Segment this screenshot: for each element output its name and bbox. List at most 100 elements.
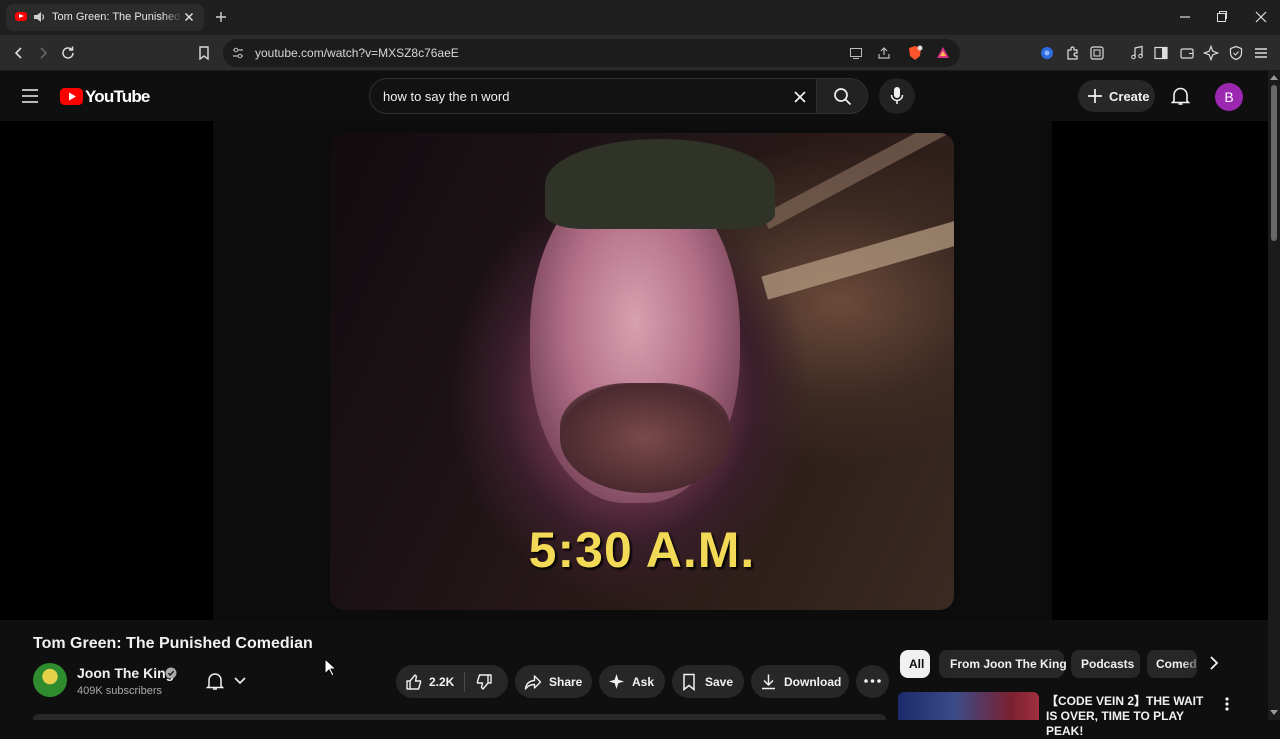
- sparkle-icon: [609, 674, 624, 689]
- more-actions-button[interactable]: [856, 665, 889, 698]
- search-icon: [834, 88, 852, 106]
- scroll-up-icon[interactable]: [1270, 74, 1278, 80]
- notifications-bell-icon[interactable]: [1171, 86, 1190, 106]
- account-avatar[interactable]: B: [1215, 83, 1243, 111]
- chip-from-channel[interactable]: From Joon The King: [939, 650, 1067, 678]
- voice-search-button[interactable]: [879, 78, 915, 114]
- recommendation-title[interactable]: 【CODE VEIN 2】THE WAIT IS OVER, TIME TO P…: [1046, 694, 1216, 739]
- create-label: Create: [1109, 89, 1150, 104]
- site-settings-icon[interactable]: [231, 46, 245, 60]
- hamburger-menu-icon[interactable]: [21, 88, 39, 104]
- recommendation-thumbnail[interactable]: [898, 692, 1039, 720]
- forward-icon[interactable]: [35, 45, 51, 61]
- chip-comedy[interactable]: Comedy: [1147, 650, 1197, 678]
- screenshot-icon[interactable]: [1089, 45, 1105, 61]
- youtube-play-logo-icon: [60, 88, 83, 105]
- bell-icon: [206, 673, 224, 690]
- bookmark-icon[interactable]: [197, 45, 211, 61]
- save-bookmark-icon: [683, 673, 695, 691]
- ask-button[interactable]: Ask: [599, 665, 665, 698]
- save-label: Save: [705, 675, 734, 689]
- url-text: youtube.com/watch?v=MXSZ8c76aeE: [255, 46, 459, 60]
- share-label: Share: [549, 675, 583, 689]
- plus-icon: [1088, 89, 1102, 103]
- like-dislike-group: 2.2K: [396, 665, 508, 698]
- share-icon: [524, 675, 542, 690]
- browser-menu-icon[interactable]: [1253, 45, 1269, 61]
- page-scrollbar[interactable]: [1268, 71, 1280, 720]
- browser-toolbar: youtube.com/watch?v=MXSZ8c76aeE: [0, 35, 1280, 71]
- speaker-icon[interactable]: [33, 11, 46, 23]
- mouse-cursor-icon: [324, 658, 336, 677]
- vpn-icon[interactable]: [1228, 45, 1244, 61]
- channel-avatar[interactable]: [33, 663, 67, 697]
- extensions-icon[interactable]: [1065, 45, 1081, 61]
- back-icon[interactable]: [11, 45, 27, 61]
- search-box[interactable]: how to say the n word: [369, 78, 816, 114]
- share-button[interactable]: Share: [515, 665, 592, 698]
- video-scene-beam: [761, 210, 954, 300]
- chip-label: From Joon The King: [950, 657, 1067, 671]
- video-title: Tom Green: The Punished Comedian: [33, 635, 313, 652]
- media-controls-icon[interactable]: [1129, 45, 1145, 61]
- dislike-button[interactable]: [465, 665, 508, 698]
- subscription-notifications-button[interactable]: [195, 665, 261, 697]
- cast-icon[interactable]: [849, 46, 863, 60]
- close-tab-icon[interactable]: [182, 10, 196, 24]
- video-caption-text: 5:30 A.M.: [528, 522, 756, 578]
- thumbs-down-icon: [476, 674, 492, 690]
- chevron-down-icon: [234, 677, 246, 685]
- youtube-header: YouTube how to say the n word Create B: [0, 71, 1268, 121]
- create-button[interactable]: Create: [1078, 80, 1155, 112]
- like-count: 2.2K: [429, 675, 455, 689]
- sidebar-icon[interactable]: [1153, 45, 1169, 61]
- description-box-top: [33, 714, 886, 720]
- clear-search-icon[interactable]: [793, 90, 807, 104]
- share-page-icon[interactable]: [877, 46, 891, 60]
- brave-rewards-icon[interactable]: [935, 45, 951, 61]
- browser-tab-strip: Tom Green: The Punished Comedian | Joon …: [0, 0, 1280, 35]
- video-scene-beard: [560, 383, 730, 493]
- minimize-icon[interactable]: [1179, 10, 1191, 24]
- chip-podcasts[interactable]: Podcasts: [1071, 650, 1140, 678]
- more-horizontal-icon: [864, 679, 881, 683]
- leo-ai-icon[interactable]: [1203, 45, 1219, 61]
- chevron-right-icon[interactable]: [1207, 655, 1221, 671]
- like-button[interactable]: 2.2K: [396, 665, 464, 698]
- youtube-logo-text: YouTube: [85, 87, 150, 106]
- search-button[interactable]: [816, 78, 868, 114]
- ask-label: Ask: [632, 675, 655, 689]
- search-input[interactable]: how to say the n word: [383, 89, 509, 104]
- chip-all[interactable]: All: [900, 650, 930, 678]
- youtube-logo[interactable]: YouTube: [60, 86, 150, 108]
- more-vertical-icon[interactable]: [1224, 696, 1230, 712]
- video-frame[interactable]: 5:30 A.M.: [330, 133, 954, 610]
- channel-name[interactable]: Joon The King: [77, 665, 174, 681]
- subscriber-count: 409K subscribers: [77, 685, 162, 697]
- reload-icon[interactable]: [60, 45, 76, 61]
- chip-label: All: [909, 657, 925, 671]
- thumbs-up-icon: [406, 674, 422, 690]
- tab-title: Tom Green: The Punished Comedian | Joon …: [52, 11, 182, 23]
- brave-shields-icon[interactable]: [907, 45, 923, 61]
- new-tab-icon[interactable]: [213, 9, 229, 25]
- extension-puzzle-blue-icon[interactable]: [1039, 45, 1055, 61]
- youtube-favicon-icon: [15, 12, 27, 21]
- download-icon: [762, 674, 775, 690]
- video-scene-hat: [545, 139, 775, 229]
- close-window-icon[interactable]: [1255, 10, 1267, 24]
- scrollbar-thumb[interactable]: [1271, 85, 1277, 241]
- verified-badge-icon: [165, 667, 177, 679]
- chip-label: Comedy: [1156, 657, 1197, 671]
- microphone-icon: [890, 87, 904, 104]
- wallet-icon[interactable]: [1179, 45, 1195, 61]
- save-button[interactable]: Save: [672, 665, 744, 698]
- download-button[interactable]: Download: [751, 665, 849, 698]
- restore-icon[interactable]: [1216, 10, 1228, 24]
- browser-tab[interactable]: Tom Green: The Punished Comedian | Joon …: [6, 4, 204, 31]
- chip-label: Podcasts: [1081, 657, 1135, 671]
- video-scene-beam: [761, 133, 954, 230]
- address-bar[interactable]: youtube.com/watch?v=MXSZ8c76aeE: [223, 39, 960, 67]
- scroll-down-icon[interactable]: [1270, 710, 1278, 716]
- download-label: Download: [784, 675, 842, 689]
